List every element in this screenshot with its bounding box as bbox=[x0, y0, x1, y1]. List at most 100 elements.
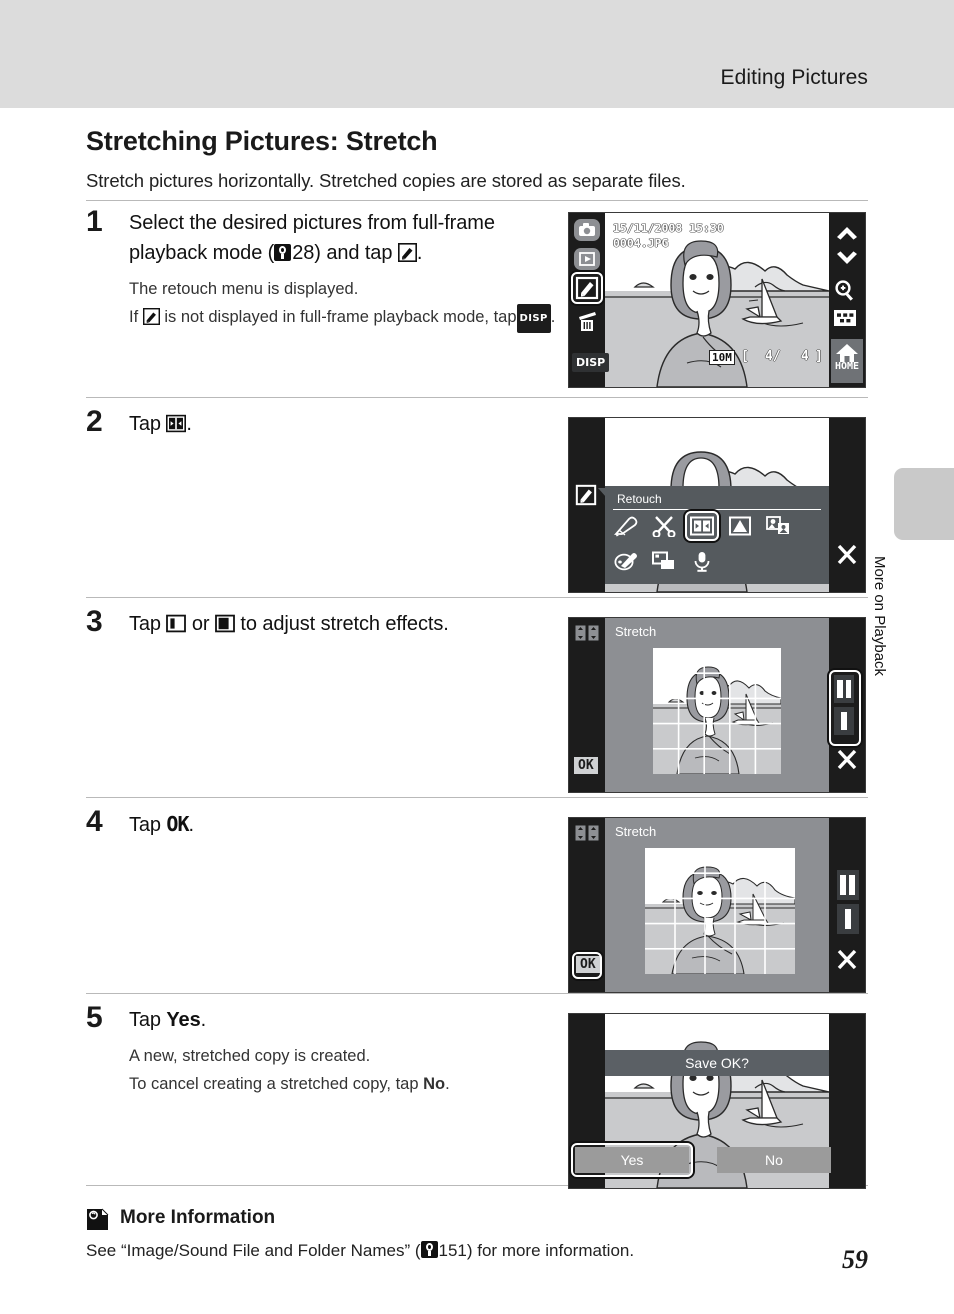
step-2-text-a: Tap bbox=[129, 413, 161, 435]
chevron-up-icon[interactable] bbox=[832, 222, 862, 248]
step-5-text-a: Tap bbox=[129, 1009, 161, 1031]
menu-pointer bbox=[598, 488, 606, 497]
voice-memo-icon[interactable] bbox=[691, 550, 713, 577]
step-5-heading: Tap Yes. bbox=[129, 1005, 569, 1035]
step-1-body: Select the desired pictures from full-fr… bbox=[129, 208, 569, 335]
home-button[interactable]: HOME bbox=[831, 339, 863, 383]
frame-counter-right: 4 bbox=[801, 349, 809, 364]
divider bbox=[86, 597, 868, 598]
save-prompt: Save OK? bbox=[605, 1050, 829, 1076]
step-5-sub-c: . bbox=[445, 1075, 450, 1093]
camera-mode-icon[interactable] bbox=[573, 218, 603, 244]
more-information-icon bbox=[86, 1208, 109, 1231]
no-button[interactable]: No bbox=[717, 1147, 831, 1173]
menu-divider bbox=[613, 509, 821, 510]
zoom-in-icon[interactable] bbox=[831, 278, 861, 304]
close-icon[interactable] bbox=[832, 542, 862, 573]
step-1-subtext: The retouch menu is displayed. If is not… bbox=[129, 276, 569, 333]
more-information-title: More Information bbox=[120, 1207, 276, 1228]
stretch-high-icon[interactable] bbox=[834, 707, 854, 735]
step-4-text-a: Tap bbox=[129, 814, 161, 836]
frame-icon[interactable] bbox=[651, 550, 677, 577]
step-1-sub-c: . bbox=[550, 308, 556, 326]
step-4-text-c: . bbox=[188, 814, 195, 836]
chevron-down-icon[interactable] bbox=[832, 249, 862, 275]
step-5-sub-line2: To cancel creating a stretched copy, tap… bbox=[129, 1071, 569, 1097]
step-3-text-mid: or bbox=[191, 613, 210, 635]
thumbnail-grid-icon[interactable] bbox=[831, 307, 861, 333]
step-4-body: Tap OK. bbox=[129, 809, 569, 840]
paint-icon[interactable] bbox=[613, 550, 639, 577]
retouch-menu-title: Retouch bbox=[617, 492, 662, 506]
step-number-3: 3 bbox=[86, 605, 103, 638]
book-reference-icon bbox=[274, 244, 292, 261]
chapter-tab bbox=[894, 468, 954, 540]
retouch-icon bbox=[397, 243, 417, 262]
chapter-tab-label: More on Playback bbox=[871, 556, 888, 677]
close-icon[interactable] bbox=[832, 947, 862, 978]
step-number-1: 1 bbox=[86, 205, 103, 238]
camera-screen-retouch-menu: Retouch bbox=[568, 417, 866, 593]
photo-filename: 0004.JPG bbox=[613, 236, 669, 250]
stretch-photo-grid bbox=[645, 848, 795, 974]
ok-selection-highlight bbox=[572, 952, 602, 979]
step-3-heading: Tap or to adjust stretch effects. bbox=[129, 609, 599, 639]
step-number-2: 2 bbox=[86, 405, 103, 438]
disp-icon: DISP bbox=[516, 304, 551, 333]
home-label: HOME bbox=[834, 361, 860, 372]
disp-icon[interactable]: DISP bbox=[572, 353, 610, 372]
step-1-sub-a: If bbox=[129, 308, 139, 326]
stretch-low-icon bbox=[166, 614, 187, 633]
camera-screen-stretch-adjust: Stretch OK bbox=[568, 617, 866, 793]
stretch-photo-grid bbox=[653, 648, 781, 774]
step-5-subtext: A new, stretched copy is created. To can… bbox=[129, 1043, 569, 1097]
stretch-icon bbox=[575, 625, 599, 646]
page-number: 59 bbox=[842, 1245, 868, 1274]
crop-icon[interactable] bbox=[651, 515, 677, 542]
divider bbox=[86, 797, 868, 798]
section-intro: Stretch pictures horizontally. Stretched… bbox=[86, 170, 686, 191]
quick-retouch-icon[interactable] bbox=[613, 515, 639, 542]
d-lighting-icon[interactable] bbox=[727, 515, 753, 542]
step-5-sub-a: To cancel creating a stretched copy, tap bbox=[129, 1075, 419, 1093]
step-1-sub-line2: If is not displayed in full-frame playba… bbox=[129, 304, 569, 333]
delete-icon[interactable] bbox=[575, 308, 605, 334]
frame-counter-bracket-close: ] bbox=[815, 349, 823, 364]
step-1-text-b: ) and tap bbox=[314, 242, 393, 264]
dialog-right-toolbar bbox=[829, 1014, 865, 1188]
stretch-icon bbox=[575, 825, 599, 846]
step-1-text-c: . bbox=[416, 242, 423, 264]
stretch-low-icon[interactable] bbox=[834, 675, 854, 703]
stretch-selection-highlight bbox=[685, 511, 719, 541]
step-5-yes-label: Yes bbox=[166, 1009, 201, 1031]
step-1-sub-b: is not displayed in full-frame playback … bbox=[164, 308, 517, 326]
ok-button[interactable]: OK bbox=[574, 757, 598, 774]
stretch-high-icon bbox=[215, 614, 235, 633]
retouch-icon[interactable] bbox=[574, 276, 604, 302]
step-3-text-a: Tap bbox=[129, 613, 161, 635]
small-picture-icon[interactable] bbox=[765, 515, 791, 542]
close-icon[interactable] bbox=[832, 747, 862, 778]
step-5-text-c: . bbox=[200, 1009, 207, 1031]
step-3-text-c: to adjust stretch effects. bbox=[240, 613, 449, 635]
image-size-badge: 10M bbox=[709, 350, 735, 365]
step-2-body: Tap . bbox=[129, 409, 569, 439]
stretch-screen-title: Stretch bbox=[615, 624, 657, 639]
stretch-screen-title: Stretch bbox=[615, 824, 657, 839]
divider bbox=[86, 993, 868, 994]
stretch-level-group bbox=[829, 670, 861, 746]
ok-button-glyph: OK bbox=[166, 812, 189, 836]
camera-screen-playback: 15/11/2008 15:30 0004.JPG 10M 4/ 4 [ ] D… bbox=[568, 212, 866, 388]
step-number-4: 4 bbox=[86, 805, 103, 838]
page-title: Stretching Pictures: Stretch bbox=[86, 126, 438, 156]
step-2-text-c: . bbox=[186, 413, 192, 435]
stretch-icon bbox=[166, 414, 187, 433]
stretch-low-icon[interactable] bbox=[837, 870, 859, 900]
divider bbox=[86, 397, 868, 398]
frame-counter-left: 4/ bbox=[765, 349, 781, 364]
playback-mode-icon[interactable] bbox=[573, 247, 603, 273]
frame-counter-bracket-open: [ bbox=[741, 349, 749, 364]
step-2-heading: Tap . bbox=[129, 409, 569, 439]
stretch-high-icon[interactable] bbox=[837, 904, 859, 934]
photo-date-time: 15/11/2008 15:30 bbox=[613, 221, 724, 235]
